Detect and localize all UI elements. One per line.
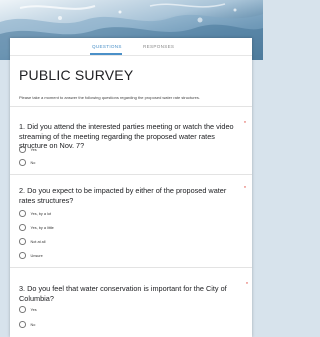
option-label: Yes, by a lot — [30, 211, 52, 216]
question-3-text: 3. Do you feel that water conservation i… — [19, 284, 227, 303]
option-label: Yes — [30, 147, 37, 152]
question-2-option-yes-by-a-lot[interactable]: Yes, by a lot — [19, 209, 51, 218]
question-2-option-yes-by-a-little[interactable]: Yes, by a little — [19, 223, 54, 232]
tab-bar: QUESTIONS RESPONSES — [10, 38, 252, 56]
radio-button[interactable] — [19, 224, 26, 231]
question-1-text: 1. Did you attend the interested parties… — [19, 122, 234, 150]
question-divider — [10, 267, 252, 268]
section-divider — [10, 106, 252, 107]
radio-button[interactable] — [19, 306, 26, 313]
option-label: No — [30, 322, 36, 327]
radio-button[interactable] — [19, 252, 26, 259]
survey-page: QUESTIONS RESPONSES PUBLIC SURVEY Please… — [0, 0, 263, 337]
form-description: Please take a moment to answer the follo… — [19, 95, 200, 100]
required-asterisk: * — [244, 186, 246, 192]
active-tab-indicator — [90, 53, 122, 55]
radio-button[interactable] — [19, 146, 26, 153]
radio-button[interactable] — [19, 321, 26, 328]
radio-button[interactable] — [19, 238, 26, 245]
question-2-option-unsure[interactable]: Unsure — [19, 251, 43, 260]
required-asterisk: * — [246, 282, 248, 288]
option-label: Yes, by a little — [30, 225, 54, 230]
question-2-text: 2. Do you expect to be impacted by eithe… — [19, 186, 227, 205]
form-title: PUBLIC SURVEY — [19, 67, 134, 83]
required-asterisk: * — [244, 121, 246, 127]
survey-form: QUESTIONS RESPONSES PUBLIC SURVEY Please… — [10, 38, 252, 337]
question-2-option-not-at-all[interactable]: Not at all — [19, 237, 45, 246]
radio-button[interactable] — [19, 159, 26, 166]
question-3-option-no[interactable]: No — [19, 320, 35, 329]
radio-button[interactable] — [19, 210, 26, 217]
option-label: Unsure — [30, 253, 43, 258]
question-1-option-no[interactable]: No — [19, 158, 35, 167]
option-label: Not at all — [30, 239, 46, 244]
option-label: Yes — [30, 307, 37, 312]
tab-responses[interactable]: RESPONSES — [143, 44, 174, 49]
tab-questions[interactable]: QUESTIONS — [92, 44, 122, 49]
question-1-option-yes[interactable]: Yes — [19, 145, 37, 154]
question-divider — [10, 174, 252, 175]
option-label: No — [30, 160, 36, 165]
question-3-option-yes[interactable]: Yes — [19, 305, 37, 314]
